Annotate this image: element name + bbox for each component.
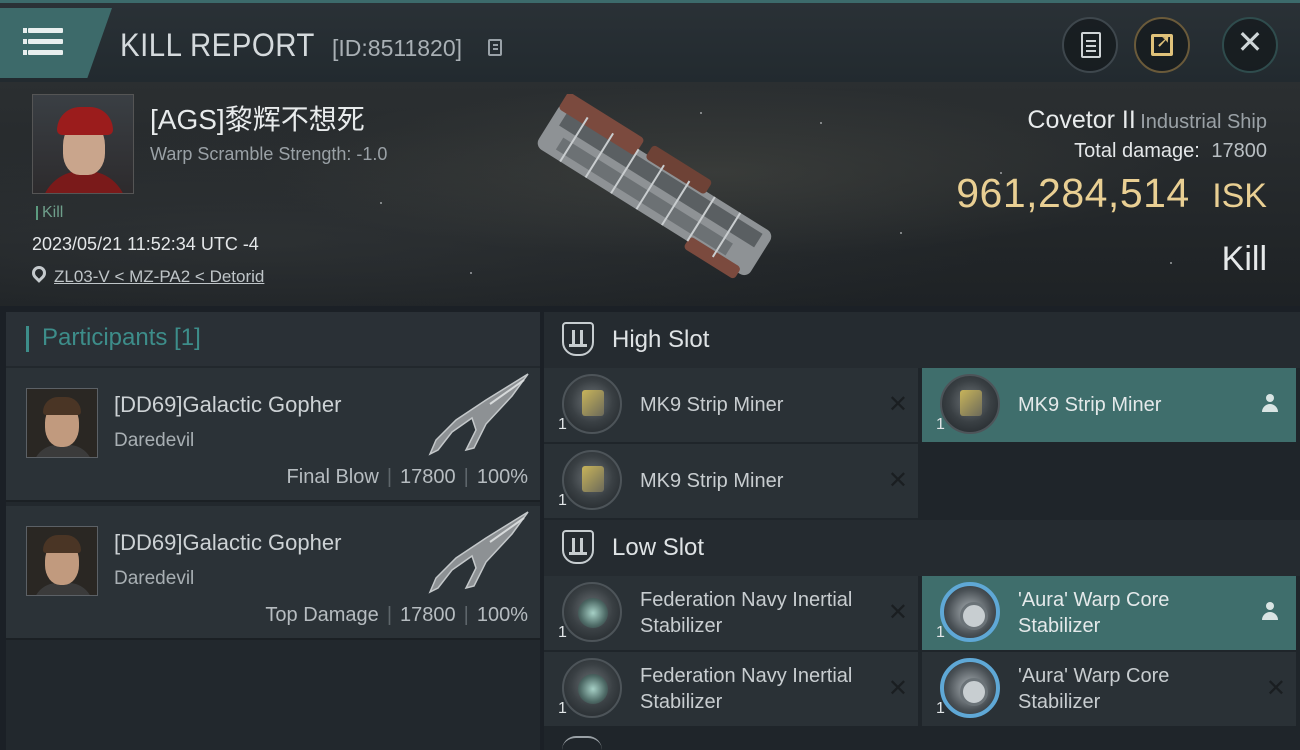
total-damage-label: Total damage: xyxy=(1074,140,1200,162)
module-item[interactable]: 1 MK9 Strip Miner xyxy=(922,368,1296,442)
strip-miner-icon xyxy=(940,374,1000,434)
top-bar: KILL REPORT [ID:8511820] ✕ xyxy=(0,0,1300,82)
victim-avatar[interactable] xyxy=(32,94,134,194)
participant-role: Top Damage xyxy=(265,604,379,626)
participants-title: Participants [1] xyxy=(42,324,201,351)
destroyed-x-icon: ✕ xyxy=(887,466,908,494)
module-quantity: 1 xyxy=(936,700,945,717)
participant-ship-image[interactable] xyxy=(416,370,534,470)
menu-button[interactable] xyxy=(0,8,112,78)
kill-tag: Kill xyxy=(36,205,63,221)
module-name: MK9 Strip Miner xyxy=(640,394,784,416)
kill-timestamp: 2023/05/21 11:52:34 UTC -4 xyxy=(32,234,259,254)
module-quantity: 1 xyxy=(936,624,945,641)
isk-value-line: 961,284,514 ISK xyxy=(956,170,1267,217)
destroyed-x-icon: ✕ xyxy=(1265,674,1286,702)
module-name: 'Aura' Warp Core Stabilizer xyxy=(1018,589,1170,637)
result-label: Kill xyxy=(1221,240,1267,278)
participants-panel: Participants [1] [DD69]Galactic Gopher D… xyxy=(6,312,540,750)
module-quantity: 1 xyxy=(558,700,567,717)
clipboard-button[interactable] xyxy=(1062,17,1118,73)
module-item[interactable]: 1 Federation Navy Inertial Stabilizer ✕ xyxy=(544,652,918,726)
participant-row[interactable]: [DD69]Galactic Gopher Daredevil Top Dama… xyxy=(6,506,540,640)
module-quantity: 1 xyxy=(558,416,567,433)
low-slot-header: Low Slot xyxy=(544,520,1300,576)
inertial-stabilizer-icon xyxy=(562,658,622,718)
clipboard-icon xyxy=(1081,32,1101,58)
participant-stats: Final Blow | 17800 | 100% xyxy=(286,466,528,488)
location-link[interactable]: ZL03-V < MZ-PA2 < Detorid xyxy=(54,267,264,287)
destroyed-x-icon: ✕ xyxy=(887,598,908,626)
participant-name[interactable]: [DD69]Galactic Gopher xyxy=(114,392,341,418)
low-slot-icon xyxy=(562,530,594,564)
report-id: [ID:8511820] xyxy=(332,35,463,61)
share-button[interactable] xyxy=(1134,17,1190,73)
module-item[interactable]: 1 'Aura' Warp Core Stabilizer xyxy=(922,576,1296,650)
module-name: Federation Navy Inertial Stabilizer xyxy=(640,665,853,713)
participant-name[interactable]: [DD69]Galactic Gopher xyxy=(114,530,341,556)
fitting-panel: High Slot 1 MK9 Strip Miner ✕ 1 MK9 Stri… xyxy=(544,312,1300,750)
module-item[interactable]: 1 MK9 Strip Miner ✕ xyxy=(544,444,918,518)
total-damage-value: 17800 xyxy=(1211,140,1267,162)
copy-icon[interactable] xyxy=(488,39,502,56)
ship-name[interactable]: Covetor II xyxy=(1027,106,1135,134)
module-item[interactable]: 1 MK9 Strip Miner ✕ xyxy=(544,368,918,442)
module-name: Federation Navy Inertial Stabilizer xyxy=(640,589,853,637)
warp-scramble-strength: Warp Scramble Strength: -1.0 xyxy=(150,144,388,164)
module-quantity: 1 xyxy=(558,624,567,641)
high-slot-title: High Slot xyxy=(612,326,710,353)
total-damage: Total damage: 17800 xyxy=(1074,140,1267,163)
low-slot-title: Low Slot xyxy=(612,534,705,561)
page-title: KILL REPORT xyxy=(120,27,315,63)
participant-damage: 17800 xyxy=(400,604,456,626)
destroyed-x-icon: ✕ xyxy=(887,390,908,418)
victim-ship-image[interactable] xyxy=(510,94,800,284)
next-slot-icon xyxy=(562,736,602,750)
participant-ship: Daredevil xyxy=(114,430,195,451)
ship-class: Industrial Ship xyxy=(1140,111,1267,133)
inertial-stabilizer-icon xyxy=(562,582,622,642)
participants-header[interactable]: Participants [1] xyxy=(6,312,540,366)
dropped-person-icon xyxy=(1262,394,1278,414)
participant-percent: 100% xyxy=(476,604,528,626)
warp-core-stabilizer-icon xyxy=(940,582,1000,642)
participant-avatar[interactable] xyxy=(26,526,98,596)
warp-core-stabilizer-icon xyxy=(940,658,1000,718)
hamburger-icon xyxy=(23,28,27,33)
module-quantity: 1 xyxy=(558,492,567,509)
isk-unit: ISK xyxy=(1212,177,1267,215)
high-slot-header: High Slot xyxy=(544,312,1300,368)
participant-stats: Top Damage | 17800 | 100% xyxy=(265,604,528,626)
module-name: MK9 Strip Miner xyxy=(640,470,784,492)
participant-avatar[interactable] xyxy=(26,388,98,458)
module-name: MK9 Strip Miner xyxy=(1018,394,1162,416)
victim-name[interactable]: [AGS]黎辉不想死 xyxy=(150,98,365,138)
strip-miner-icon xyxy=(562,450,622,510)
module-name: 'Aura' Warp Core Stabilizer xyxy=(1018,665,1170,713)
participant-ship: Daredevil xyxy=(114,568,195,589)
participant-row[interactable]: [DD69]Galactic Gopher Daredevil Final Bl… xyxy=(6,368,540,502)
location-pin-icon xyxy=(29,263,49,283)
module-quantity: 1 xyxy=(936,416,945,433)
destroyed-x-icon: ✕ xyxy=(887,674,908,702)
high-slot-icon xyxy=(562,322,594,356)
ship-type: Covetor II Industrial Ship xyxy=(1027,106,1267,135)
close-button[interactable]: ✕ xyxy=(1222,17,1278,73)
participant-role: Final Blow xyxy=(286,466,379,488)
participant-percent: 100% xyxy=(476,466,528,488)
module-item[interactable]: 1 Federation Navy Inertial Stabilizer ✕ xyxy=(544,576,918,650)
participant-ship-image[interactable] xyxy=(416,508,534,608)
module-item[interactable]: 1 'Aura' Warp Core Stabilizer ✕ xyxy=(922,652,1296,726)
dropped-person-icon xyxy=(1262,602,1278,622)
victim-summary: [AGS]黎辉不想死 Warp Scramble Strength: -1.0 … xyxy=(0,82,1300,306)
share-icon xyxy=(1151,31,1173,56)
isk-value: 961,284,514 xyxy=(956,170,1190,216)
strip-miner-icon xyxy=(562,374,622,434)
close-icon: ✕ xyxy=(1236,23,1264,61)
participant-damage: 17800 xyxy=(400,466,456,488)
